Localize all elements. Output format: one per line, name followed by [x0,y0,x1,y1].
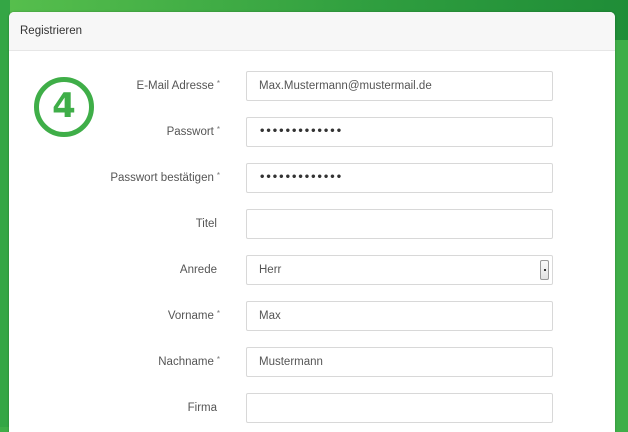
title-row: Titel [0,209,628,239]
email-row: E-Mail Adresse * Max.Mustermann@mustermai… [0,71,628,101]
required-marker: * [216,355,220,364]
salutation-row: Anrede Herr [0,255,628,285]
password-row: Passwort * ••••••••••••• [0,117,628,147]
company-row: Firma [0,393,628,423]
email-input[interactable]: Max.Mustermann@mustermail.de [246,71,553,101]
salutation-label: Anrede [179,264,217,276]
dropdown-arrow-icon[interactable] [540,260,549,280]
salutation-select[interactable]: Herr [246,255,553,285]
required-marker: * [216,125,220,134]
title-label: Titel [195,218,217,230]
firstname-row: Vorname * Max [0,301,628,331]
email-label: E-Mail Adresse * [136,79,220,92]
lastname-row: Nachname * Mustermann [0,347,628,377]
required-marker: * [216,79,220,88]
password-confirm-label: Passwort bestätigen * [110,171,220,184]
required-marker: * [216,171,220,180]
firstname-label: Vorname * [167,309,220,322]
password-input[interactable]: ••••••••••••• [246,117,553,147]
company-input[interactable] [246,393,553,423]
password-confirm-input[interactable]: ••••••••••••• [246,163,553,193]
password-label: Passwort * [166,125,220,138]
title-input[interactable] [246,209,553,239]
salutation-selected-value: Herr [259,264,282,276]
password-confirm-row: Passwort bestätigen * ••••••••••••• [0,163,628,193]
firstname-input[interactable]: Max [246,301,553,331]
lastname-input[interactable]: Mustermann [246,347,553,377]
panel-title: Registrieren [20,25,82,37]
company-label: Firma [187,402,217,414]
required-marker: * [216,309,220,318]
lastname-label: Nachname * [158,355,220,368]
panel-header: Registrieren [9,12,615,51]
